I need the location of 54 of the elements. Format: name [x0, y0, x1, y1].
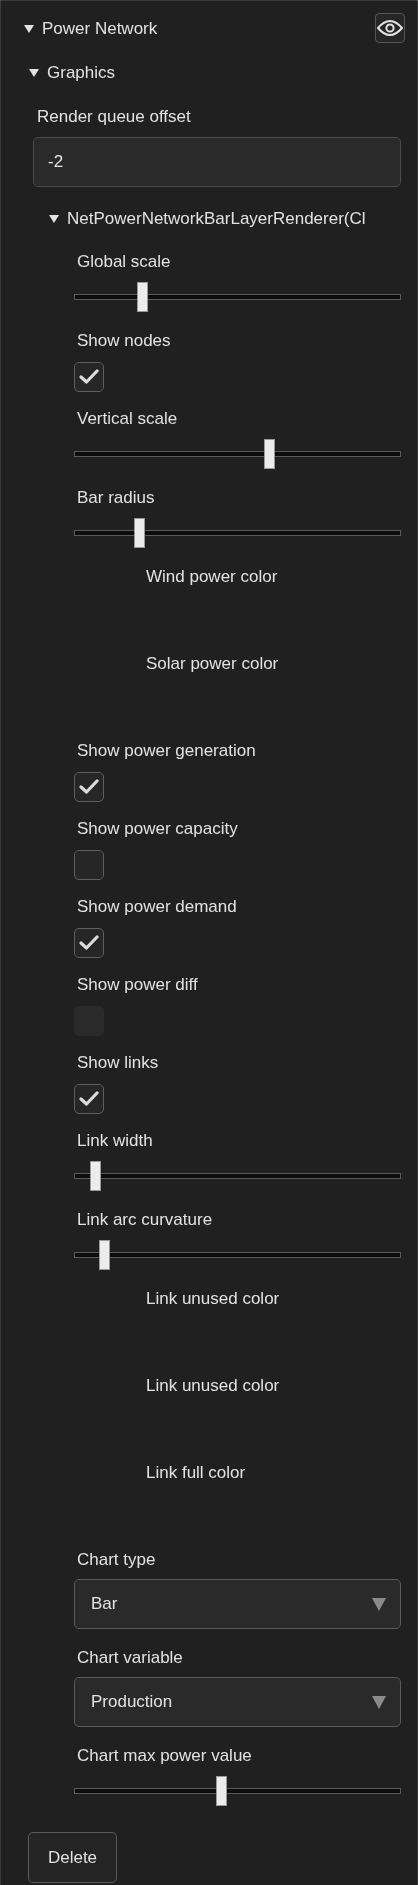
slider[interactable] [74, 518, 401, 548]
checkbox[interactable] [74, 772, 104, 802]
panel-title[interactable]: Power Network [42, 19, 158, 39]
slider[interactable] [74, 439, 401, 469]
slider-thumb[interactable] [134, 518, 146, 548]
field-label: Link width [76, 1130, 154, 1152]
section-title[interactable]: Graphics [47, 63, 116, 83]
field-label: Show power diff [76, 974, 199, 996]
checkmark-icon [79, 779, 99, 795]
field-label: Link unused color [145, 1375, 281, 1397]
expanded-triangle-icon[interactable] [49, 214, 59, 224]
checkbox[interactable] [74, 362, 104, 392]
field-label: Show power capacity [76, 818, 239, 840]
slider[interactable] [74, 1161, 401, 1191]
field-label: Chart variable [76, 1647, 184, 1669]
field-label: Chart type [76, 1549, 157, 1571]
number-field[interactable]: -2 [33, 137, 401, 187]
field-label: Global scale [76, 251, 172, 273]
slider-thumb[interactable] [99, 1240, 111, 1270]
slider[interactable] [74, 1240, 401, 1270]
slider[interactable] [74, 1776, 401, 1806]
checkmark-icon [79, 935, 99, 951]
field-label: Render queue offset [36, 106, 192, 128]
field-label: Link full color [145, 1462, 247, 1484]
field-label: Show power generation [76, 740, 257, 762]
checkbox[interactable] [74, 850, 104, 880]
field-label: Link unused color [145, 1288, 281, 1310]
field-label: Solar power color [145, 653, 280, 675]
field-label: Show nodes [76, 330, 172, 352]
slider-thumb[interactable] [263, 439, 275, 469]
checkbox[interactable] [74, 928, 104, 958]
field-label: Link arc curvature [76, 1209, 214, 1231]
slider-thumb[interactable] [89, 1161, 101, 1191]
field-label: Vertical scale [76, 408, 179, 430]
field-label: Chart max power value [76, 1745, 253, 1767]
checkmark-icon [79, 369, 99, 385]
dropdown[interactable]: Bar [74, 1579, 401, 1629]
field-label: Bar radius [76, 487, 156, 509]
eye-icon[interactable] [375, 13, 405, 43]
checkbox[interactable] [74, 1084, 104, 1114]
field-label: Wind power color [145, 566, 279, 588]
field-label: Show links [76, 1052, 160, 1074]
expanded-triangle-icon[interactable] [29, 68, 39, 78]
slider-thumb[interactable] [137, 282, 149, 312]
dropdown-arrow-icon [372, 1695, 386, 1709]
dropdown[interactable]: Production [74, 1677, 401, 1727]
dropdown-arrow-icon [372, 1597, 386, 1611]
slider[interactable] [74, 282, 401, 312]
section-title[interactable]: NetPowerNetworkBarLayerRenderer(Cl [67, 209, 366, 229]
slider-thumb[interactable] [216, 1776, 228, 1806]
delete-button[interactable]: Delete [28, 1832, 117, 1883]
field-label: Show power demand [76, 896, 238, 918]
checkmark-icon [79, 1091, 99, 1107]
expanded-triangle-icon[interactable] [24, 24, 34, 34]
